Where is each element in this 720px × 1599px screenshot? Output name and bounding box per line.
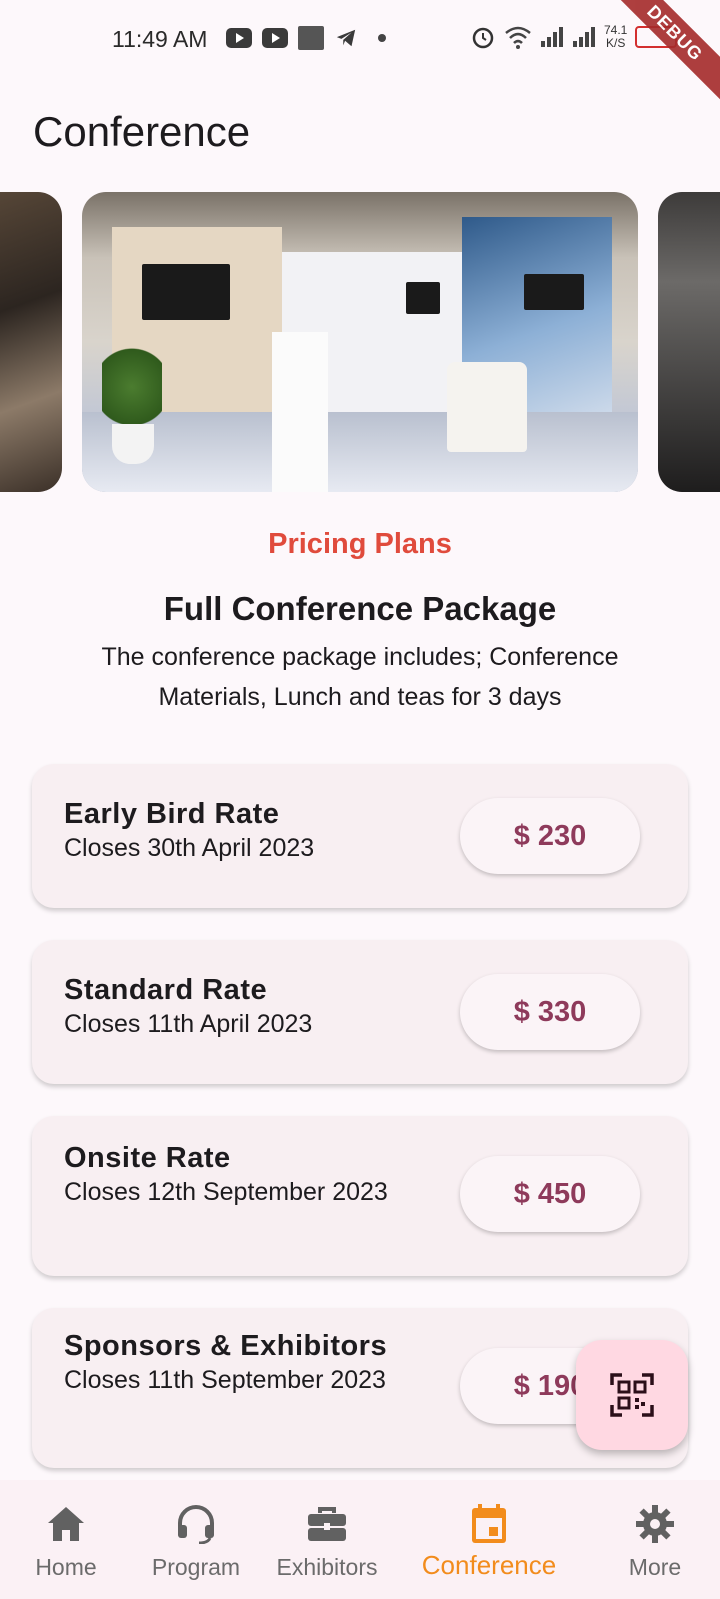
plan-name: Early Bird Rate	[64, 798, 280, 830]
qr-scan-button[interactable]	[576, 1340, 688, 1450]
network-speed: 74.1 K/S	[604, 24, 627, 50]
youtube-icon	[262, 28, 288, 48]
booth-photo-floor	[82, 412, 638, 492]
package-description: The conference package includes; Confere…	[101, 643, 619, 711]
booth-photo-screen	[406, 282, 440, 314]
plan-name: Standard Rate	[64, 974, 268, 1006]
price-button[interactable]: $ 330	[460, 974, 640, 1050]
nav-label: Program	[151, 1554, 241, 1580]
nav-item-more[interactable]: More	[622, 1480, 688, 1599]
alarm-icon	[472, 27, 494, 49]
system-icons: 74.1 K/S	[470, 24, 678, 50]
carousel-slide-next[interactable]	[658, 192, 720, 492]
plan-closing-date: Closes 11th September 2023	[64, 1366, 386, 1394]
nav-item-home[interactable]: Home	[25, 1480, 107, 1599]
calendar-icon	[467, 1502, 511, 1546]
headset-icon	[174, 1502, 218, 1546]
telegram-icon	[336, 29, 356, 47]
price-button[interactable]: $ 230	[460, 798, 640, 874]
home-icon	[44, 1502, 88, 1546]
nav-item-program[interactable]: Program	[148, 1480, 244, 1599]
plan-name: Onsite Rate	[64, 1142, 231, 1174]
booth-photo-counter	[447, 362, 527, 452]
page-title: Conference	[33, 108, 251, 155]
booth-photo-screen	[142, 264, 230, 320]
bottom-navigation: Home Program Exhibitors Conference More	[0, 1480, 720, 1599]
package-title: Full Conference Package	[163, 590, 557, 627]
booth-photo-pot	[112, 424, 154, 464]
more-notifications-dot	[378, 34, 386, 42]
plan-card-standard: Standard Rate Closes 11th April 2023 $ 3…	[32, 940, 688, 1084]
plan-closing-date: Closes 11th April 2023	[64, 1010, 313, 1038]
youtube-icon	[226, 28, 252, 48]
plan-closing-date: Closes 12th September 2023	[64, 1178, 388, 1206]
signal-icon	[541, 27, 563, 47]
briefcase-icon	[305, 1502, 349, 1546]
signal-icon-2	[573, 27, 595, 47]
plan-card-onsite: Onsite Rate Closes 12th September 2023 $…	[32, 1116, 688, 1276]
plan-card-early-bird: Early Bird Rate Closes 30th April 2023 $…	[32, 764, 688, 908]
wifi-icon	[505, 26, 531, 49]
image-carousel[interactable]	[0, 192, 720, 492]
nav-label: Exhibitors	[276, 1554, 378, 1580]
plan-name: Sponsors & Exhibitors	[64, 1330, 388, 1362]
nav-label: Home	[35, 1554, 97, 1580]
nav-item-conference[interactable]: Conference	[414, 1480, 564, 1599]
network-speed-unit: K/S	[606, 36, 626, 50]
pricing-plans-heading: Pricing Plans	[268, 528, 452, 560]
nav-label: Conference	[421, 1550, 557, 1580]
carousel-slide-current[interactable]	[82, 192, 638, 492]
booth-photo-podium	[272, 332, 328, 492]
booth-photo-screen	[524, 274, 584, 310]
plan-closing-date: Closes 30th April 2023	[64, 834, 315, 862]
price-button[interactable]: $ 450	[460, 1156, 640, 1232]
notification-icons	[226, 26, 386, 50]
nav-label: More	[628, 1554, 682, 1580]
status-time: 11:49 AM	[112, 26, 208, 52]
carousel-slide-previous[interactable]	[0, 192, 62, 492]
booth-photo-plant	[102, 342, 162, 432]
bible-app-icon	[298, 26, 324, 50]
nav-item-exhibitors[interactable]: Exhibitors	[270, 1480, 384, 1599]
gear-icon	[633, 1502, 677, 1546]
status-bar: 11:49 AM 74.1 K/S	[0, 0, 720, 80]
qr-scanner-icon	[610, 1373, 654, 1417]
